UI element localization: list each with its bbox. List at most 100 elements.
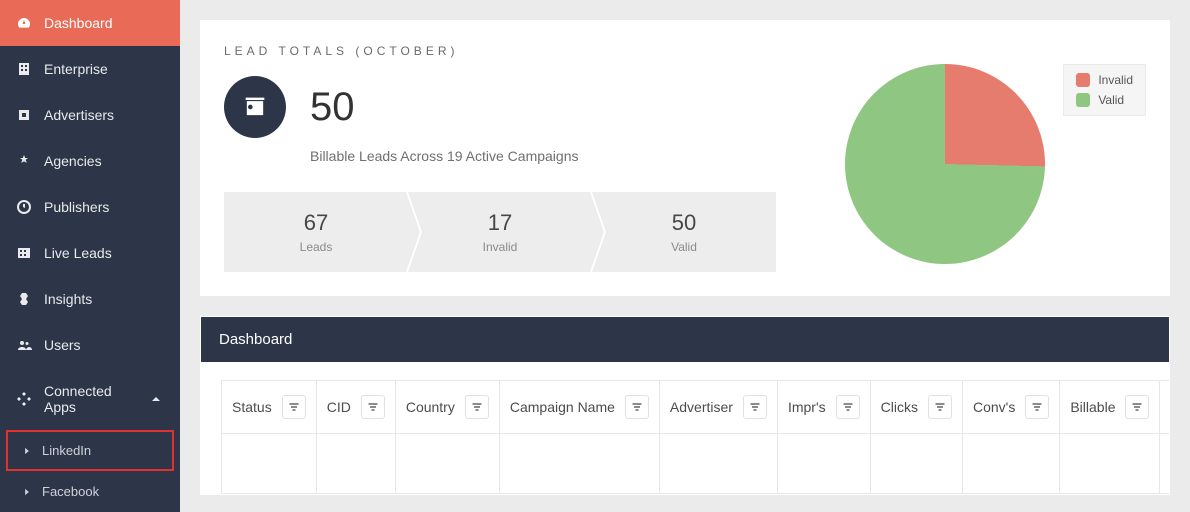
- sidebar-item-label: Live Leads: [44, 245, 112, 261]
- filter-icon: [934, 401, 946, 413]
- agencies-icon: [16, 153, 32, 169]
- lead-validity-pie-chart: [845, 64, 1045, 264]
- legend-valid: Valid: [1076, 93, 1133, 107]
- stat-leads: 67 Leads: [224, 192, 408, 272]
- table-column-header: CID: [316, 381, 395, 434]
- sidebar-item-advertisers[interactable]: Advertisers: [0, 92, 180, 138]
- filter-icon: [631, 401, 643, 413]
- sidebar-item-label: Publishers: [44, 199, 109, 215]
- lead-totals-card: LEAD TOTALS (OCTOBER) 50 Billable Leads …: [200, 20, 1170, 296]
- table-cell: [222, 434, 317, 494]
- sidebar-item-live-leads[interactable]: Live Leads: [0, 230, 180, 276]
- table-column-header: Impr's: [777, 381, 870, 434]
- stat-valid-value: 50: [672, 210, 696, 236]
- filter-icon: [1131, 401, 1143, 413]
- column-label: Advertiser: [670, 399, 733, 415]
- sidebar-item-label: Connected Apps: [44, 383, 136, 415]
- sidebar-subitem-facebook[interactable]: Facebook: [0, 471, 180, 512]
- column-filter-button[interactable]: [361, 395, 385, 419]
- table-column-header: Conv's: [962, 381, 1059, 434]
- column-label: Country: [406, 399, 455, 415]
- sidebar-item-label: Insights: [44, 291, 92, 307]
- table-column-header: Advertiser: [659, 381, 777, 434]
- publishers-icon: [16, 199, 32, 215]
- table-row: [222, 434, 1170, 494]
- column-label: CID: [327, 399, 351, 415]
- table-column-header: Campaign Name: [499, 381, 659, 434]
- table-title: Dashboard: [219, 331, 292, 348]
- dashboard-icon: [16, 15, 32, 31]
- legend-valid-label: Valid: [1098, 93, 1124, 107]
- sidebar-item-label: Enterprise: [44, 61, 108, 77]
- chevron-right-icon: [22, 446, 32, 456]
- column-filter-button[interactable]: [743, 395, 767, 419]
- stat-leads-value: 67: [304, 210, 328, 236]
- filter-icon: [471, 401, 483, 413]
- table-cell: [499, 434, 659, 494]
- sidebar-item-label: Users: [44, 337, 81, 353]
- table-title-bar: Dashboard: [201, 317, 1169, 362]
- column-label: Clicks: [881, 399, 918, 415]
- chart-legend: Invalid Valid: [1063, 64, 1146, 116]
- table-cell: [1160, 434, 1169, 494]
- column-filter-button[interactable]: [836, 395, 860, 419]
- enterprise-icon: [16, 61, 32, 77]
- table-header-row: Status CID Country Campaign Name Advertiser I…: [222, 381, 1170, 434]
- chevron-right-icon: [22, 487, 32, 497]
- column-label: Campaign Name: [510, 399, 615, 415]
- sidebar-subitem-label: Facebook: [42, 484, 99, 499]
- legend-invalid: Invalid: [1076, 73, 1133, 87]
- sidebar-item-publishers[interactable]: Publishers: [0, 184, 180, 230]
- column-label: Status: [232, 399, 272, 415]
- sidebar-item-insights[interactable]: Insights: [0, 276, 180, 322]
- column-filter-button[interactable]: [625, 395, 649, 419]
- table-cell: [870, 434, 962, 494]
- column-filter-button[interactable]: [1125, 395, 1149, 419]
- chevron-up-icon: [148, 391, 164, 407]
- table-column-header: Reven: [1160, 381, 1169, 434]
- sidebar-item-label: Dashboard: [44, 15, 113, 31]
- main-content: LEAD TOTALS (OCTOBER) 50 Billable Leads …: [180, 0, 1190, 512]
- leads-id-icon: [224, 76, 286, 138]
- table-column-header: Billable: [1060, 381, 1160, 434]
- filter-icon: [749, 401, 761, 413]
- filter-icon: [367, 401, 379, 413]
- sidebar-item-enterprise[interactable]: Enterprise: [0, 46, 180, 92]
- billable-leads-number: 50: [310, 85, 355, 130]
- card-title: LEAD TOTALS (OCTOBER): [224, 44, 1146, 58]
- legend-valid-swatch: [1076, 93, 1090, 107]
- column-label: Conv's: [973, 399, 1015, 415]
- dashboard-table: Status CID Country Campaign Name Advertiser I…: [221, 380, 1169, 494]
- sidebar: Dashboard Enterprise Advertisers Agencie…: [0, 0, 180, 512]
- column-filter-button[interactable]: [465, 395, 489, 419]
- sidebar-item-users[interactable]: Users: [0, 322, 180, 368]
- live-leads-icon: [16, 245, 32, 261]
- legend-invalid-swatch: [1076, 73, 1090, 87]
- table-cell: [962, 434, 1059, 494]
- filter-icon: [842, 401, 854, 413]
- sidebar-item-connected-apps[interactable]: Connected Apps: [0, 368, 180, 430]
- column-filter-button[interactable]: [1025, 395, 1049, 419]
- sidebar-item-dashboard[interactable]: Dashboard: [0, 0, 180, 46]
- stat-valid: 50 Valid: [592, 192, 776, 272]
- table-column-header: Clicks: [870, 381, 962, 434]
- column-filter-button[interactable]: [928, 395, 952, 419]
- column-label: Billable: [1070, 399, 1115, 415]
- stat-valid-label: Valid: [671, 240, 697, 254]
- column-filter-button[interactable]: [282, 395, 306, 419]
- sidebar-item-agencies[interactable]: Agencies: [0, 138, 180, 184]
- sidebar-subitem-label: LinkedIn: [42, 443, 91, 458]
- table-cell: [659, 434, 777, 494]
- dashboard-table-section: Dashboard Status CID Country Campaign Name A…: [200, 316, 1170, 495]
- sidebar-item-label: Advertisers: [44, 107, 114, 123]
- table-cell: [1060, 434, 1160, 494]
- stat-invalid-value: 17: [488, 210, 512, 236]
- table-cell: [395, 434, 499, 494]
- filter-icon: [1031, 401, 1043, 413]
- stat-invalid-label: Invalid: [483, 240, 518, 254]
- sidebar-subitem-linkedin[interactable]: LinkedIn: [6, 430, 174, 471]
- stat-leads-label: Leads: [300, 240, 333, 254]
- users-icon: [16, 337, 32, 353]
- lead-stats-breakdown: 67 Leads 17 Invalid 50 Valid: [224, 192, 776, 272]
- legend-invalid-label: Invalid: [1098, 73, 1133, 87]
